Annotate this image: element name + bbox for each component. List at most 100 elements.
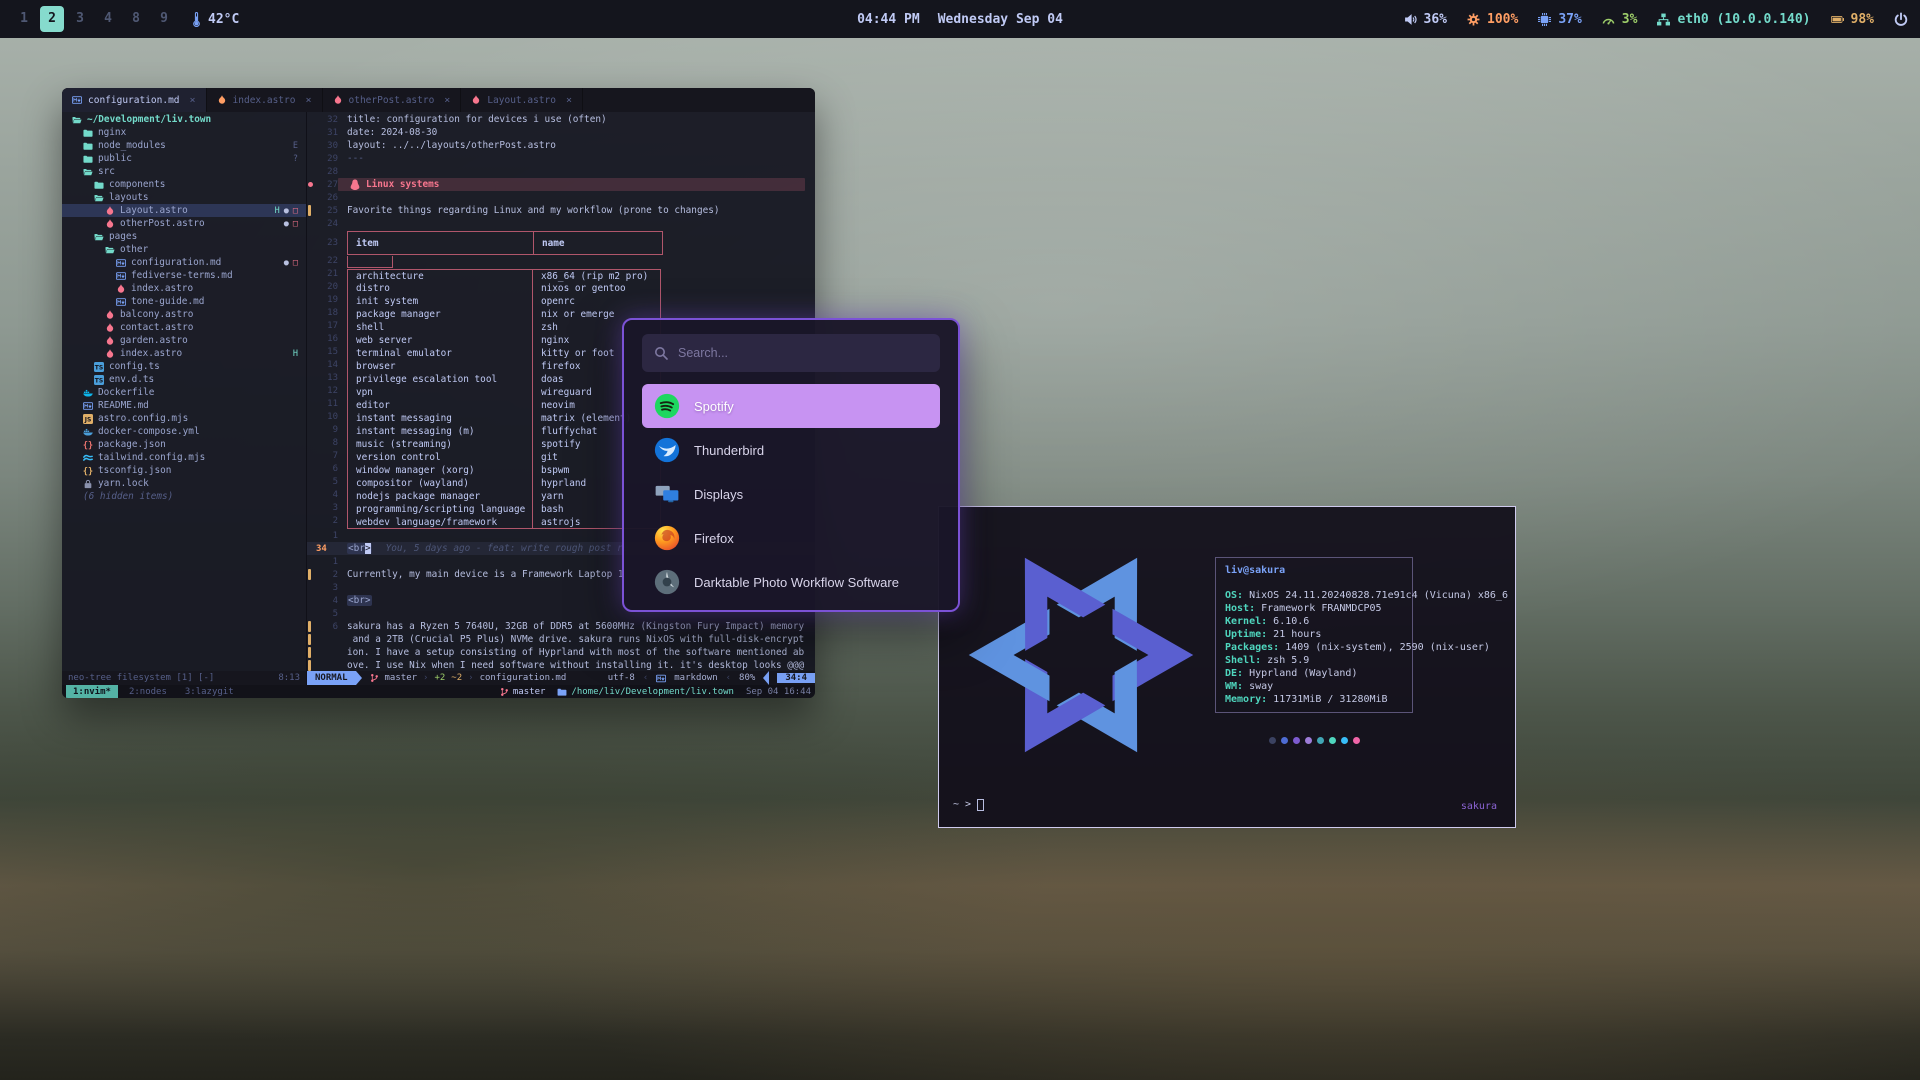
- nvim-tabline: configuration.md×index.astro×otherPost.a…: [62, 88, 815, 112]
- gutter-number: 19: [314, 295, 338, 308]
- power-button[interactable]: [1894, 12, 1908, 27]
- search-input[interactable]: [678, 346, 928, 360]
- table-col-name: name: [534, 232, 662, 254]
- editor-text: layout: ../../layouts/otherPost.astro: [347, 140, 556, 151]
- folder-icon: [83, 141, 93, 151]
- tree-item-index-astro[interactable]: index.astroH: [62, 347, 306, 360]
- gutter-sign: [307, 451, 314, 464]
- topbar-module-cpu[interactable]: 3%: [1602, 12, 1638, 27]
- tree-item-astro-config-mjs[interactable]: JSastro.config.mjs: [62, 412, 306, 425]
- launcher-item-firefox[interactable]: Firefox: [642, 516, 940, 560]
- close-tab-icon[interactable]: ×: [190, 95, 196, 106]
- clock-time: 04:44 PM: [857, 12, 920, 27]
- git-branch-name: master: [385, 673, 418, 683]
- fetch-field-kernel: Kernel: 6.10.6: [1225, 615, 1403, 628]
- gutter-number: 22: [314, 256, 338, 269]
- tree-item-6-hidden-items[interactable]: (6 hidden items): [62, 490, 306, 503]
- close-tab-icon[interactable]: ×: [305, 95, 311, 106]
- tree-item-otherpost-astro[interactable]: otherPost.astro●□: [62, 217, 306, 230]
- tree-item-tsconfig-json[interactable]: {}tsconfig.json: [62, 464, 306, 477]
- clock-date: Wednesday Sep 04: [938, 12, 1063, 27]
- tree-item-configuration-md[interactable]: configuration.md●□: [62, 256, 306, 269]
- workspace-button-1[interactable]: 1: [12, 6, 36, 32]
- thermometer-icon: [192, 12, 201, 27]
- tree-item-tone-guide-md[interactable]: tone-guide.md: [62, 295, 306, 308]
- gutter-sign: [307, 237, 314, 250]
- clock-module[interactable]: 04:44 PM Wednesday Sep 04: [857, 12, 1063, 27]
- tmux-window-2-nodes[interactable]: 2:nodes: [122, 685, 174, 698]
- launcher-item-displays[interactable]: Displays: [642, 472, 940, 516]
- editor-text: <br>: [347, 595, 372, 606]
- gutter-sign: [307, 412, 314, 425]
- tree-item-development-liv-town[interactable]: ~/Development/liv.town: [62, 113, 306, 126]
- launcher-item-spotify[interactable]: Spotify: [642, 384, 940, 428]
- tree-item-fediverse-terms-md[interactable]: fediverse-terms.md: [62, 269, 306, 282]
- close-tab-icon[interactable]: ×: [566, 95, 572, 106]
- shell-prompt[interactable]: ~ >: [953, 798, 984, 811]
- topbar-module-memory[interactable]: 37%: [1538, 12, 1581, 27]
- tab-layout-astro[interactable]: Layout.astro×: [461, 88, 583, 112]
- tree-item-other[interactable]: other: [62, 243, 306, 256]
- tab-configuration-md[interactable]: configuration.md×: [62, 88, 207, 112]
- tree-item-label: index.astro: [120, 348, 182, 359]
- neo-tree-panel[interactable]: ~/Development/liv.townnginxnode_modulesE…: [62, 112, 307, 671]
- tree-item-public[interactable]: public?: [62, 152, 306, 165]
- tree-item-docker-compose-yml[interactable]: docker-compose.yml: [62, 425, 306, 438]
- topbar-module-battery[interactable]: 98%: [1831, 12, 1874, 27]
- tree-item-layout-astro[interactable]: Layout.astroH●□: [62, 204, 306, 217]
- table-cell-item: instant messaging (m): [347, 425, 533, 438]
- tree-item-readme-md[interactable]: README.md: [62, 399, 306, 412]
- temperature-module[interactable]: 42°C: [192, 12, 239, 27]
- launcher-search[interactable]: [642, 334, 940, 372]
- thunderbird-icon: [654, 437, 680, 463]
- tree-item-index-astro[interactable]: index.astro: [62, 282, 306, 295]
- editor-line: 31date: 2024-08-30: [307, 126, 815, 139]
- tmux-window-1-nvim[interactable]: 1:nvim*: [66, 685, 118, 698]
- tree-item-package-json[interactable]: {}package.json: [62, 438, 306, 451]
- tree-item-env-d-ts[interactable]: TSenv.d.ts: [62, 373, 306, 386]
- close-tab-icon[interactable]: ×: [444, 95, 450, 106]
- workspace-button-3[interactable]: 3: [68, 6, 92, 32]
- tree-item-contact-astro[interactable]: contact.astro: [62, 321, 306, 334]
- topbar-module-brightness[interactable]: 100%: [1467, 12, 1518, 27]
- tmux-statusbar: 1:nvim*2:nodes3:lazygit master /home/liv…: [62, 685, 815, 698]
- launcher-item-darktable-photo-workflow-software[interactable]: Darktable Photo Workflow Software: [642, 560, 940, 596]
- editor-text: and a 2TB (Crucial P5 Plus) NVMe drive. …: [347, 634, 804, 645]
- tree-item-pages[interactable]: pages: [62, 230, 306, 243]
- workspace-button-9[interactable]: 9: [152, 6, 176, 32]
- tree-item-src[interactable]: src: [62, 165, 306, 178]
- tree-item-node-modules[interactable]: node_modulesE: [62, 139, 306, 152]
- nixos-logo: [953, 517, 1209, 793]
- workspace-button-4[interactable]: 4: [96, 6, 120, 32]
- tree-item-dockerfile[interactable]: Dockerfile: [62, 386, 306, 399]
- tab-index-astro[interactable]: index.astro×: [207, 88, 323, 112]
- tree-item-components[interactable]: components: [62, 178, 306, 191]
- terminal-window[interactable]: liv@sakura OS: NixOS 24.11.20240828.71e9…: [938, 506, 1516, 828]
- astro-icon: [116, 284, 126, 294]
- tree-item-config-ts[interactable]: TSconfig.ts: [62, 360, 306, 373]
- tree-item-tailwind-config-mjs[interactable]: tailwind.config.mjs: [62, 451, 306, 464]
- gutter-number: 8: [314, 438, 338, 451]
- tab-otherpost-astro[interactable]: otherPost.astro×: [323, 88, 462, 112]
- gutter-sign: [307, 542, 314, 555]
- tree-item-garden-astro[interactable]: garden.astro: [62, 334, 306, 347]
- gutter-sign: [307, 581, 314, 594]
- tree-item-label: ~/Development/liv.town: [87, 114, 211, 125]
- topbar-module-network[interactable]: eth0 (10.0.0.140): [1657, 12, 1810, 27]
- workspace-button-8[interactable]: 8: [124, 6, 148, 32]
- workspace-button-2[interactable]: 2: [40, 6, 64, 32]
- launcher-item-thunderbird[interactable]: Thunderbird: [642, 428, 940, 472]
- table-cell-item: music (streaming): [347, 438, 533, 451]
- folder-icon: [557, 688, 567, 696]
- tree-item-balcony-astro[interactable]: balcony.astro: [62, 308, 306, 321]
- gutter-number: 32: [314, 115, 338, 125]
- tree-item-yarn-lock[interactable]: yarn.lock: [62, 477, 306, 490]
- editor-text: Currently, my main device is a Framework…: [347, 569, 624, 580]
- launcher-results: SpotifyThunderbirdDisplaysFirefoxDarktab…: [642, 384, 940, 596]
- topbar-module-volume[interactable]: 36%: [1404, 12, 1447, 27]
- tmux-window-3-lazygit[interactable]: 3:lazygit: [178, 685, 241, 698]
- tree-item-layouts[interactable]: layouts: [62, 191, 306, 204]
- json-icon: {}: [83, 440, 93, 450]
- segment-separator: ‹: [643, 673, 648, 683]
- tree-item-nginx[interactable]: nginx: [62, 126, 306, 139]
